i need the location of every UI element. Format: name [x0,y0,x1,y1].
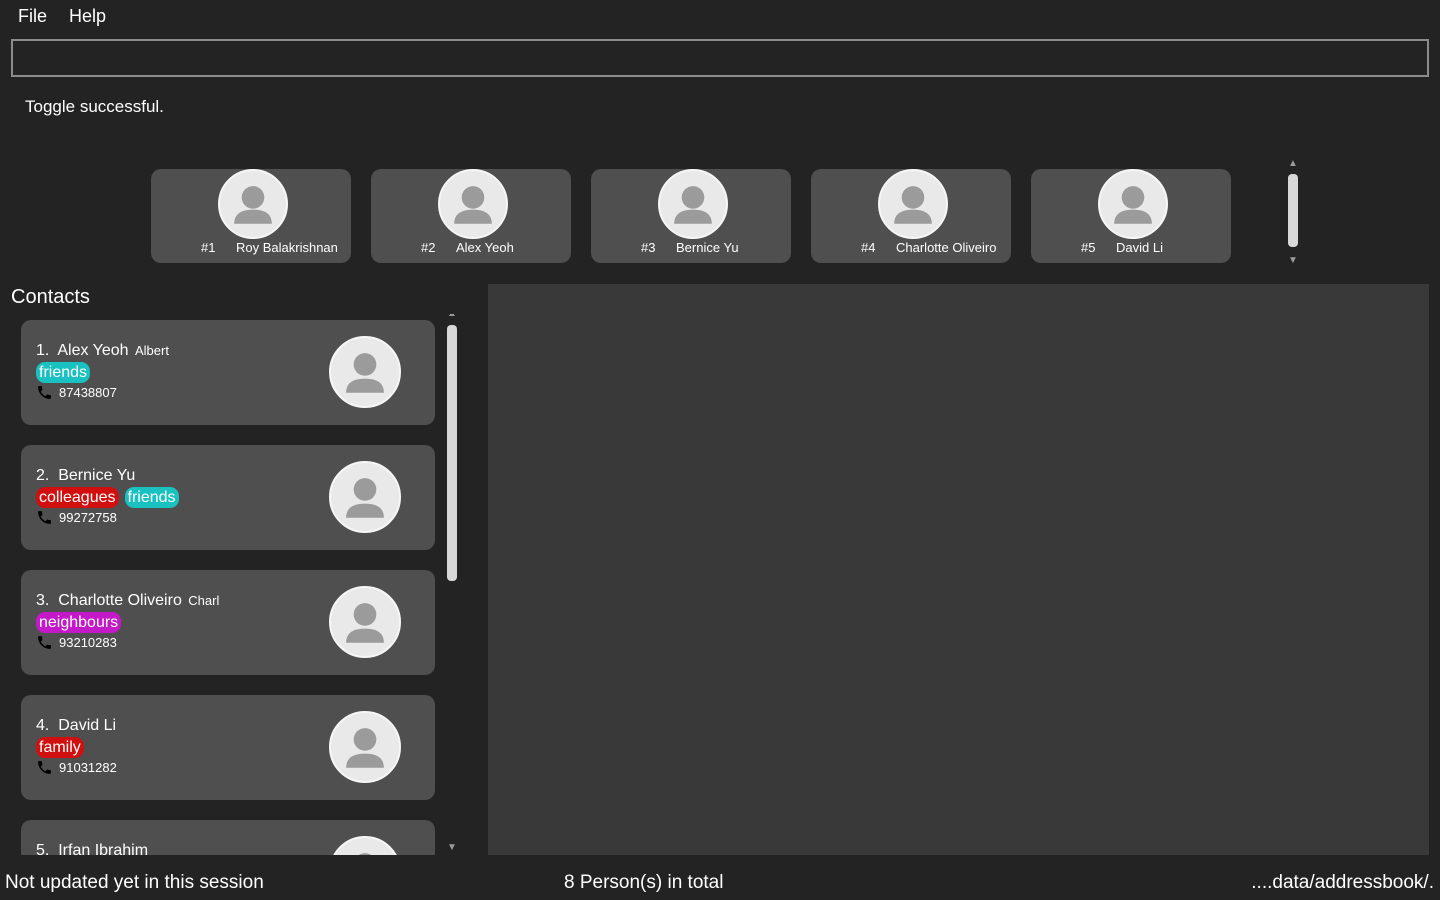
scroll-up-arrow-icon[interactable]: ▲ [1288,158,1298,169]
detail-panel [488,284,1429,855]
person-avatar-icon [329,836,401,855]
contact-name: Irfan Ibrahim [58,842,149,855]
favorite-card[interactable]: #4 Charlotte Oliveiro [811,169,1011,263]
phone-icon [38,761,51,774]
scroll-down-arrow-icon[interactable]: ▼ [447,842,457,853]
person-avatar-icon [1098,169,1168,239]
contact-name-line: 5. Irfan Ibrahim [36,842,148,855]
contact-phone: 91031282 [36,759,117,776]
favorite-name: David Li [1116,240,1163,255]
person-total: 8 Person(s) in total [564,872,724,893]
tag-neighbours: neighbours [36,612,122,633]
favorite-card[interactable]: #3 Bernice Yu [591,169,791,263]
phone-number: 87438807 [59,385,117,400]
tag-friends: friends [124,487,179,508]
favorite-index: #2 [421,240,436,255]
contact-number: 1. [36,342,50,359]
contact-name-line: 3. Charlotte Oliveiro Charl [36,592,219,610]
favorite-index: #1 [201,240,216,255]
contact-card[interactable]: 2. Bernice Yu colleagues friends 9927275… [21,445,435,550]
command-input[interactable] [13,41,1427,75]
person-avatar-icon [218,169,288,239]
contact-number: 5. [36,842,50,855]
phone-number: 91031282 [59,760,117,775]
result-message: Toggle successful. [25,97,164,116]
favorite-card[interactable]: #2 Alex Yeoh [371,169,571,263]
contact-name: Bernice Yu [58,467,136,484]
file-menu[interactable]: File [18,6,47,27]
contact-number: 3. [36,592,50,609]
contact-card[interactable]: 3. Charlotte Oliveiro Charl neighbours 9… [21,570,435,675]
favorite-name: Charlotte Oliveiro [896,240,997,255]
tag-colleagues: colleagues [36,487,119,508]
favorite-index: #5 [1081,240,1096,255]
contact-card[interactable]: 1. Alex Yeoh Albert friends 87438807 [21,320,435,425]
contact-nickname: Albert [135,343,169,358]
person-avatar-icon [329,586,401,658]
scroll-down-arrow-icon[interactable]: ▼ [1288,255,1298,266]
scroll-up-arrow-icon[interactable]: ▲ [447,314,457,319]
contact-list-scrollbar-thumb[interactable] [447,325,457,581]
contact-phone: 87438807 [36,384,117,401]
person-avatar-icon [878,169,948,239]
person-avatar-icon [329,461,401,533]
contact-phone: 93210283 [36,634,117,651]
contact-name-line: 1. Alex Yeoh Albert [36,342,169,360]
contact-name: David Li [58,717,117,734]
person-avatar-icon [329,711,401,783]
person-avatar-icon [438,169,508,239]
menu-bar: File Help [0,0,1440,34]
contact-list[interactable]: 1. Alex Yeoh Albert friends 87438807 2. … [0,314,470,855]
help-menu[interactable]: Help [69,6,106,27]
favorite-name: Roy Balakrishnan [236,240,338,255]
contact-number: 4. [36,717,50,734]
phone-number: 93210283 [59,635,117,650]
contact-card[interactable]: 4. David Li family 91031282 [21,695,435,800]
contact-nickname: Charl [188,593,220,608]
tag-list: neighbours [36,612,122,633]
favorite-name: Alex Yeoh [456,240,514,255]
favorite-card[interactable]: #5 David Li [1031,169,1231,263]
tag-list: friends [36,362,91,383]
phone-icon [38,511,51,524]
tag-list: family [36,737,84,758]
favorite-index: #4 [861,240,876,255]
contact-name: Charlotte Oliveiro [58,592,182,609]
favorite-card[interactable]: #1 Roy Balakrishnan [151,169,351,263]
contacts-title: Contacts [11,286,90,308]
favorite-name: Bernice Yu [676,240,739,255]
favorites-scrollbar-thumb[interactable] [1288,174,1298,247]
contact-number: 2. [36,467,50,484]
contact-name: Alex Yeoh [57,342,129,359]
tag-friends: friends [36,362,91,383]
favorite-index: #3 [641,240,656,255]
person-avatar-icon [658,169,728,239]
contact-card[interactable]: 5. Irfan Ibrahim [21,820,435,855]
contact-name-line: 4. David Li [36,717,116,735]
sync-status: Not updated yet in this session [5,872,264,893]
tag-list: colleagues friends [36,487,179,508]
phone-icon [38,386,51,399]
save-location: ....data/addressbook/. [1251,872,1434,893]
phone-number: 99272758 [59,510,117,525]
contact-phone: 99272758 [36,509,117,526]
contact-name-line: 2. Bernice Yu [36,467,135,485]
person-avatar-icon [329,336,401,408]
phone-icon [38,636,51,649]
tag-family: family [36,737,84,758]
command-box [11,39,1429,77]
